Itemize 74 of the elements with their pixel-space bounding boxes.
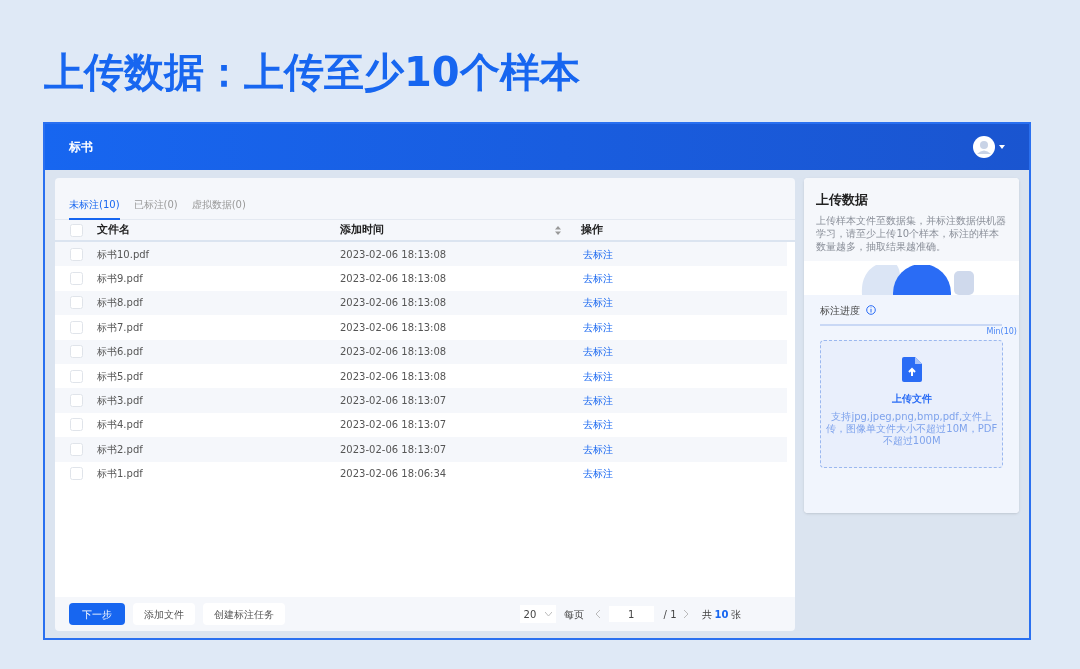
total-label: 共 [701, 607, 712, 622]
table-cell-text: 标书1.pdf [97, 467, 144, 482]
table-cell-text: 2023-02-06 18:13:08 [340, 247, 448, 262]
table-cell-text: 2023-02-06 18:13:07 [340, 418, 448, 433]
annotate-link[interactable]: 去标注 [583, 441, 613, 457]
table-cell-text: 标书9.pdf [97, 272, 144, 287]
table-cell-text: 2023-02-06 18:13:07 [340, 394, 448, 409]
table-cell-text: 2023-02-06 18:13:08 [340, 320, 448, 335]
action-button[interactable]: 添加文件 [133, 603, 195, 625]
checkbox[interactable] [70, 369, 83, 383]
checkbox[interactable] [70, 247, 83, 261]
page-input[interactable]: 1 [608, 606, 654, 622]
chevron-right-icon[interactable] [682, 610, 688, 618]
app-title: 标书 [69, 139, 93, 156]
annotate-link[interactable]: 去标注 [583, 466, 613, 482]
annotate-link[interactable]: 去标注 [583, 295, 613, 311]
checkbox[interactable] [70, 467, 83, 481]
panel-title: 上传数据 [816, 191, 870, 209]
annotate-link[interactable]: 去标注 [583, 393, 613, 409]
progress-label: 标注进度 [820, 303, 861, 318]
column-header: 操作 [581, 221, 603, 238]
annotate-link[interactable]: 去标注 [583, 417, 613, 433]
annotate-link[interactable]: 去标注 [583, 344, 613, 360]
per-page-label: 每页 [563, 607, 584, 622]
annotate-link[interactable]: 去标注 [583, 246, 613, 262]
checkbox[interactable] [70, 418, 83, 432]
progress-reading: Min(10) [986, 325, 1017, 338]
page-count: / 1 [663, 607, 677, 622]
annotate-link[interactable]: 去标注 [583, 368, 613, 384]
file-upload-icon [901, 356, 922, 382]
checkbox[interactable] [70, 223, 83, 237]
table-cell-text: 标书2.pdf [97, 442, 144, 457]
table-cell-text: 标书8.pdf [97, 296, 144, 311]
table-cell-text: 2023-02-06 18:13:08 [340, 369, 448, 384]
panel-description: 上传样本文件至数据集，并标注数据供机器学习，请至少上传10个样本，标注的样本数量越多，抽取结果越准确。 [816, 213, 1007, 253]
upload-title: 上传文件 [891, 391, 932, 406]
total-label: 张 [731, 607, 742, 622]
table-cell-text: 2023-02-06 18:13:08 [340, 272, 448, 287]
page-size-select[interactable]: 20 [519, 605, 556, 623]
table-cell-text: 标书4.pdf [97, 418, 144, 433]
table-cell-text: 标书7.pdf [97, 320, 144, 335]
tab[interactable]: 已标注(0) [133, 190, 178, 220]
chevron-down-icon [544, 612, 552, 616]
checkbox[interactable] [70, 296, 83, 310]
column-header: 文件名 [97, 221, 131, 238]
checkbox[interactable] [70, 394, 83, 408]
info-icon[interactable] [866, 305, 877, 315]
table-cell-text: 2023-02-06 18:13:08 [340, 296, 448, 311]
upload-dropzone[interactable]: 上传文件 支持jpg,jpeg,png,bmp,pdf,文件上传，图像单文件大小不超过10M，PDF不超过100M [820, 339, 1003, 468]
total-count: 10 [714, 607, 729, 622]
annotate-link[interactable]: 去标注 [583, 319, 613, 335]
avatar-icon[interactable] [973, 136, 995, 158]
tab[interactable]: 未标注(10) [69, 190, 120, 220]
checkbox[interactable] [70, 272, 83, 286]
checkbox[interactable] [70, 442, 83, 456]
headline: 上传数据：上传至少10个样本 [44, 48, 580, 96]
column-header: 添加时间 [340, 221, 385, 238]
next-button[interactable]: 下一步 [69, 603, 125, 625]
action-button[interactable]: 创建标注任务 [203, 603, 285, 625]
sort-icon[interactable] [555, 225, 561, 235]
table-cell-text: 标书5.pdf [97, 369, 144, 384]
table-cell-text: 2023-02-06 18:06:34 [340, 467, 448, 482]
chevron-left-icon[interactable] [595, 610, 601, 618]
table-cell-text: 2023-02-06 18:13:08 [340, 345, 448, 360]
table-cell-text: 标书10.pdf [97, 247, 151, 262]
table-cell-text: 2023-02-06 18:13:07 [340, 442, 448, 457]
checkbox[interactable] [70, 345, 83, 359]
upload-hint: 支持jpg,jpeg,png,bmp,pdf,文件上传，图像单文件大小不超过10M，PDF不超过100M [825, 410, 999, 447]
caret-icon[interactable] [999, 145, 1005, 149]
table-cell-text: 标书6.pdf [97, 345, 144, 360]
tab[interactable]: 虚拟数据(0) [191, 190, 246, 220]
checkbox[interactable] [70, 320, 83, 334]
table-cell-text: 标书3.pdf [97, 394, 144, 409]
annotate-link[interactable]: 去标注 [583, 271, 613, 287]
